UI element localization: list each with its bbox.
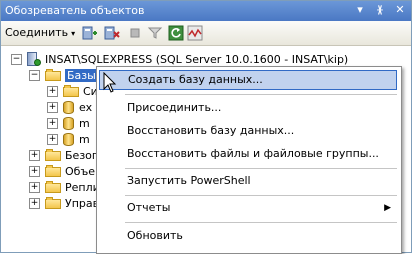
tree-node-database[interactable]: + ex [47,99,92,115]
menu-item-attach[interactable]: Присоединить... [99,98,397,118]
menu-separator [125,168,397,169]
folder-icon [45,149,61,161]
tree-node-databases[interactable]: − Базы [29,67,98,83]
expand-icon[interactable]: + [29,149,40,161]
menu-item-label: Восстановить файлы и файловые группы... [127,147,379,160]
tree-node-server-objects[interactable]: + Объе [29,163,95,179]
tree-item-label: m [79,116,90,130]
expand-icon[interactable]: + [47,117,58,129]
menu-item-reports[interactable]: Отчеты ▶ [99,198,397,218]
expand-icon[interactable]: + [47,101,58,113]
connect-button[interactable]: Соединить ▾ [5,26,75,39]
expand-icon[interactable]: + [29,197,40,209]
stop-icon[interactable] [127,25,143,41]
tree-node-security[interactable]: + Безоп [29,147,99,163]
menu-item-label: Обновить [127,229,183,242]
tree-node-database[interactable]: + m [47,131,90,147]
connect-label: Соединить [5,26,69,39]
menu-separator [125,195,397,196]
tree-node-system-databases[interactable]: + Си [47,83,98,99]
tree-item-label: Безоп [65,148,100,162]
folder-icon [63,85,79,97]
expand-icon[interactable]: + [47,133,58,145]
title-bar: Обозреватель объектов ▾ ᚕ ✕ [1,1,411,21]
toolbar: Соединить ▾ [1,21,411,46]
submenu-arrow-icon: ▶ [384,203,391,213]
menu-item-label: Восстановить базу данных... [127,124,295,137]
menu-item-refresh[interactable]: Обновить [99,226,397,246]
disconnect-icon[interactable] [104,25,120,41]
mouse-cursor-icon [103,72,117,93]
connect-object-explorer-icon[interactable] [82,25,98,41]
menu-item-restore-database[interactable]: Восстановить базу данных... [99,121,397,141]
tree-item-label: Объе [65,164,95,178]
tree-node-replication[interactable]: + Репли [29,179,100,195]
tree-node-server[interactable]: − INSAT\SQLEXPRESS (SQL Server 10.0.1600… [11,51,348,67]
menu-item-powershell[interactable]: Запустить PowerShell [99,171,397,191]
collapse-icon[interactable]: − [11,53,22,65]
expand-icon[interactable]: + [29,165,40,177]
expand-icon[interactable]: + [47,85,58,97]
menu-item-label: Создать базу данных... [128,73,263,86]
title-bar-buttons: ▾ ᚕ ✕ [353,3,407,17]
menu-separator [125,222,397,223]
expand-icon[interactable]: + [29,181,40,193]
server-icon [27,52,41,66]
window-position-icon[interactable]: ▾ [353,3,367,17]
close-icon[interactable]: ✕ [393,3,407,17]
chevron-down-icon: ▾ [71,29,76,38]
tree-item-label: Управ [65,196,100,210]
tree-node-management[interactable]: + Управ [29,195,99,211]
folder-icon [45,165,61,177]
menu-item-create-database[interactable]: Создать базу данных... [99,70,397,90]
menu-separator [125,94,397,95]
folder-icon [45,69,61,81]
pin-icon[interactable]: ᚕ [373,3,387,17]
tree-item-label: ex [79,100,93,114]
menu-item-label: Присоединить... [127,101,222,114]
server-label: INSAT\SQLEXPRESS (SQL Server 10.0.1600 -… [45,52,349,66]
menu-item-label: Запустить PowerShell [127,174,251,187]
tree-item-label: Репли [65,180,100,194]
activity-monitor-icon[interactable] [187,25,203,41]
database-icon [63,116,74,130]
filter-icon[interactable] [147,25,163,41]
folder-icon [45,197,61,209]
menu-item-label: Отчеты [127,201,171,214]
database-icon [63,100,74,114]
databases-label: Базы [65,68,98,82]
database-icon [63,132,74,146]
collapse-icon[interactable]: − [29,69,40,81]
tree-item-label: m [79,132,90,146]
refresh-icon[interactable] [168,25,184,41]
panel-title: Обозреватель объектов [5,4,145,17]
context-menu: Создать базу данных... Присоединить... В… [96,66,402,254]
menu-item-restore-files[interactable]: Восстановить файлы и файловые группы... [99,144,397,164]
tree-node-database[interactable]: + m [47,115,90,131]
folder-icon [45,181,61,193]
